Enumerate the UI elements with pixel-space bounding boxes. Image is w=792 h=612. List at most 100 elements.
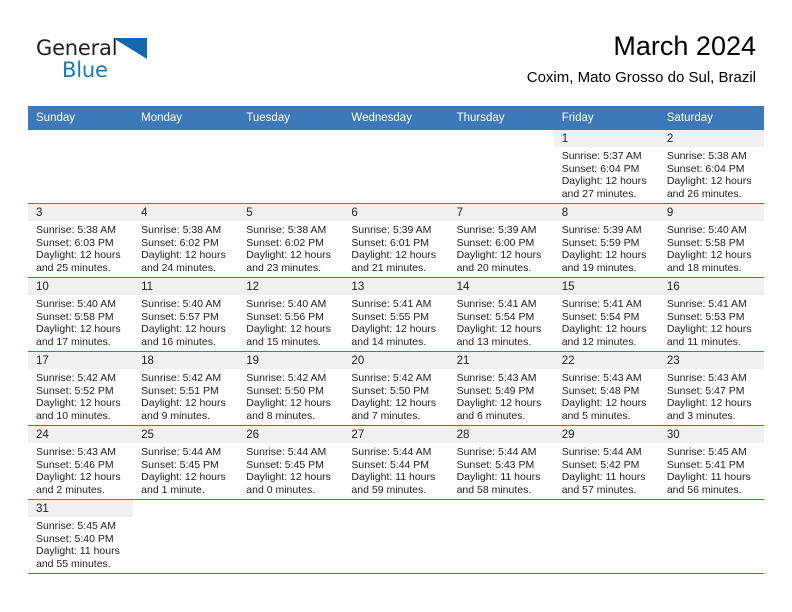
calendar-cell-empty: [658, 499, 764, 574]
calendar-day-cell[interactable]: 9 Sunrise: 5:40 AM Sunset: 5:58 PM Daylight…: [658, 203, 764, 278]
day-sunset-text: Sunset: 5:50 PM: [246, 384, 324, 397]
calendar-week-row: 17 Sunrise: 5:42 AM Sunset: 5:52 PM Dayligh…: [28, 351, 764, 426]
day-cell-inner: 14 Sunrise: 5:41 AM Sunset: 5:54 PM Dayligh…: [448, 278, 554, 351]
day-sunset-text: Sunset: 5:42 PM: [561, 458, 640, 471]
calendar-day-cell[interactable]: 3 Sunrise: 5:38 AM Sunset: 6:03 PM Daylight…: [28, 203, 134, 278]
day-sun-info: Sunrise: 5:40 AM Sunset: 5:58 PM Daylight:…: [28, 295, 133, 348]
day-daylight-line1-text: Daylight: 12 hours: [666, 175, 752, 188]
day-cell-inner: 31 Sunrise: 5:45 AM Sunset: 5:40 PM Dayligh…: [28, 500, 134, 573]
calendar-day-cell[interactable]: 13 Sunrise: 5:41 AM Sunset: 5:55 PM Dayligh…: [343, 277, 449, 352]
calendar-day-cell[interactable]: 11 Sunrise: 5:40 AM Sunset: 5:57 PM Dayligh…: [133, 277, 239, 352]
day-sunrise-text: Sunrise: 5:38 AM: [666, 150, 747, 162]
calendar-day-cell[interactable]: 2 Sunrise: 5:38 AM Sunset: 6:04 PM Daylight…: [658, 130, 764, 204]
calendar-day-cell[interactable]: 6 Sunrise: 5:39 AM Sunset: 6:01 PM Daylight…: [343, 203, 449, 278]
day-daylight-line2-text: and 16 minutes.: [141, 335, 216, 348]
day-daylight-line1-text: Daylight: 12 hours: [36, 249, 121, 262]
calendar-day-cell[interactable]: 31 Sunrise: 5:45 AM Sunset: 5:40 PM Dayligh…: [28, 499, 134, 574]
day-cell-inner: [343, 130, 449, 203]
calendar-day-cell[interactable]: 26 Sunrise: 5:44 AM Sunset: 5:45 PM Dayligh…: [238, 425, 344, 500]
day-sunrise-text: Sunrise: 5:39 AM: [561, 224, 642, 236]
day-sunset-text: Sunset: 5:47 PM: [666, 384, 745, 397]
calendar-day-cell[interactable]: 10 Sunrise: 5:40 AM Sunset: 5:58 PM Dayligh…: [28, 277, 134, 352]
day-cell-inner: 16 Sunrise: 5:41 AM Sunset: 5:53 PM Dayligh…: [658, 278, 764, 351]
calendar-day-cell[interactable]: 18 Sunrise: 5:42 AM Sunset: 5:51 PM Dayligh…: [133, 351, 239, 426]
calendar-cell-empty: [133, 499, 239, 574]
day-sun-info: Sunrise: 5:38 AM Sunset: 6:03 PM Daylight:…: [28, 221, 133, 274]
calendar-day-cell[interactable]: 12 Sunrise: 5:40 AM Sunset: 5:56 PM Dayligh…: [238, 277, 344, 352]
day-sun-info: Sunrise: 5:41 AM Sunset: 5:53 PM Daylight:…: [659, 295, 764, 348]
calendar-day-cell[interactable]: 7 Sunrise: 5:39 AM Sunset: 6:00 PM Daylight…: [448, 203, 554, 278]
day-sun-info: Sunrise: 5:42 AM Sunset: 5:50 PM Daylight:…: [238, 369, 343, 422]
day-sun-info: Sunrise: 5:45 AM Sunset: 5:40 PM Daylight:…: [28, 517, 133, 570]
calendar-day-cell[interactable]: 24 Sunrise: 5:43 AM Sunset: 5:46 PM Dayligh…: [28, 425, 134, 500]
day-number: 14: [448, 278, 554, 295]
calendar-cell-empty: [448, 130, 554, 204]
calendar-day-cell[interactable]: 15 Sunrise: 5:41 AM Sunset: 5:54 PM Dayligh…: [553, 277, 659, 352]
day-sun-info: Sunrise: 5:43 AM Sunset: 5:47 PM Daylight:…: [659, 369, 764, 422]
day-daylight-line1-text: Daylight: 12 hours: [351, 397, 437, 410]
day-sun-info: Sunrise: 5:39 AM Sunset: 5:59 PM Daylight:…: [554, 221, 659, 274]
calendar-day-cell[interactable]: 23 Sunrise: 5:43 AM Sunset: 5:47 PM Dayligh…: [658, 351, 764, 426]
day-daylight-line2-text: and 23 minutes.: [246, 261, 321, 274]
day-number: 24: [28, 426, 134, 443]
weekday-header-monday: Monday: [133, 106, 239, 130]
day-daylight-line1-text: Daylight: 12 hours: [561, 397, 647, 410]
day-daylight-line2-text: and 26 minutes.: [666, 187, 742, 200]
day-sunset-text: Sunset: 5:50 PM: [351, 384, 430, 397]
calendar-day-cell[interactable]: 19 Sunrise: 5:42 AM Sunset: 5:50 PM Dayligh…: [238, 351, 344, 426]
day-cell-inner: 8 Sunrise: 5:39 AM Sunset: 5:59 PM Daylight…: [553, 204, 659, 277]
day-daylight-line1-text: Daylight: 11 hours: [351, 471, 436, 484]
calendar-day-cell[interactable]: 22 Sunrise: 5:43 AM Sunset: 5:48 PM Dayligh…: [553, 351, 659, 426]
day-cell-inner: [238, 500, 344, 573]
day-number: 29: [553, 426, 659, 443]
calendar-day-cell[interactable]: 29 Sunrise: 5:44 AM Sunset: 5:42 PM Dayligh…: [553, 425, 659, 500]
general-blue-logo[interactable]: General Blue: [36, 36, 176, 90]
page-title: March 2024: [613, 31, 756, 61]
day-sunset-text: Sunset: 5:58 PM: [36, 310, 114, 323]
day-sunrise-text: Sunrise: 5:44 AM: [351, 446, 432, 458]
calendar-day-cell[interactable]: 17 Sunrise: 5:42 AM Sunset: 5:52 PM Dayligh…: [28, 351, 134, 426]
day-sunset-text: Sunset: 6:01 PM: [351, 236, 430, 249]
calendar-day-cell[interactable]: 25 Sunrise: 5:44 AM Sunset: 5:45 PM Dayligh…: [133, 425, 239, 500]
day-daylight-line1-text: Daylight: 12 hours: [36, 471, 121, 484]
day-cell-inner: 12 Sunrise: 5:40 AM Sunset: 5:56 PM Dayligh…: [238, 278, 344, 351]
calendar-cell-empty: [238, 130, 344, 204]
day-number: 31: [28, 500, 134, 517]
day-cell-inner: 6 Sunrise: 5:39 AM Sunset: 6:01 PM Daylight…: [343, 204, 449, 277]
day-cell-inner: 20 Sunrise: 5:42 AM Sunset: 5:50 PM Dayligh…: [343, 352, 449, 425]
day-cell-inner: [133, 500, 239, 573]
calendar-week-row: 10 Sunrise: 5:40 AM Sunset: 5:58 PM Dayligh…: [28, 277, 764, 352]
day-daylight-line1-text: Daylight: 12 hours: [141, 249, 226, 262]
day-daylight-line1-text: Daylight: 12 hours: [351, 249, 437, 262]
day-sunset-text: Sunset: 5:44 PM: [351, 458, 430, 471]
calendar-day-cell[interactable]: 14 Sunrise: 5:41 AM Sunset: 5:54 PM Dayligh…: [448, 277, 554, 352]
calendar-day-cell[interactable]: 28 Sunrise: 5:44 AM Sunset: 5:43 PM Dayligh…: [448, 425, 554, 500]
day-sunrise-text: Sunrise: 5:40 AM: [666, 224, 747, 236]
calendar-day-cell[interactable]: 4 Sunrise: 5:38 AM Sunset: 6:02 PM Daylight…: [133, 203, 239, 278]
calendar-day-cell[interactable]: 5 Sunrise: 5:38 AM Sunset: 6:02 PM Daylight…: [238, 203, 344, 278]
day-sun-info: Sunrise: 5:43 AM Sunset: 5:46 PM Daylight:…: [28, 443, 133, 496]
day-sunrise-text: Sunrise: 5:38 AM: [36, 224, 116, 236]
calendar-day-cell[interactable]: 16 Sunrise: 5:41 AM Sunset: 5:53 PM Dayligh…: [658, 277, 764, 352]
day-daylight-line2-text: and 2 minutes.: [36, 483, 105, 496]
day-number: 9: [658, 204, 764, 221]
day-sun-info: Sunrise: 5:44 AM Sunset: 5:45 PM Daylight:…: [238, 443, 343, 496]
day-daylight-line1-text: Daylight: 12 hours: [666, 397, 752, 410]
calendar-day-cell[interactable]: 30 Sunrise: 5:45 AM Sunset: 5:41 PM Dayligh…: [658, 425, 764, 500]
day-sun-info: Sunrise: 5:41 AM Sunset: 5:54 PM Daylight:…: [554, 295, 659, 348]
calendar-day-cell[interactable]: 1 Sunrise: 5:37 AM Sunset: 6:04 PM Daylight…: [553, 130, 659, 204]
day-daylight-line2-text: and 3 minutes.: [666, 409, 736, 422]
day-daylight-line1-text: Daylight: 11 hours: [561, 471, 646, 484]
calendar-day-cell[interactable]: 27 Sunrise: 5:44 AM Sunset: 5:44 PM Dayligh…: [343, 425, 449, 500]
day-number: 26: [238, 426, 344, 443]
calendar-day-cell[interactable]: 21 Sunrise: 5:43 AM Sunset: 5:49 PM Dayligh…: [448, 351, 554, 426]
day-sunset-text: Sunset: 5:59 PM: [561, 236, 640, 249]
day-sunrise-text: Sunrise: 5:40 AM: [36, 298, 116, 310]
day-number: 8: [553, 204, 659, 221]
day-sun-info: Sunrise: 5:38 AM Sunset: 6:04 PM Daylight:…: [659, 147, 764, 200]
calendar-day-cell[interactable]: 20 Sunrise: 5:42 AM Sunset: 5:50 PM Dayligh…: [343, 351, 449, 426]
day-sun-info: Sunrise: 5:42 AM Sunset: 5:52 PM Daylight:…: [28, 369, 133, 422]
day-number: 27: [343, 426, 449, 443]
day-daylight-line2-text: and 5 minutes.: [561, 409, 631, 422]
calendar-day-cell[interactable]: 8 Sunrise: 5:39 AM Sunset: 5:59 PM Daylight…: [553, 203, 659, 278]
